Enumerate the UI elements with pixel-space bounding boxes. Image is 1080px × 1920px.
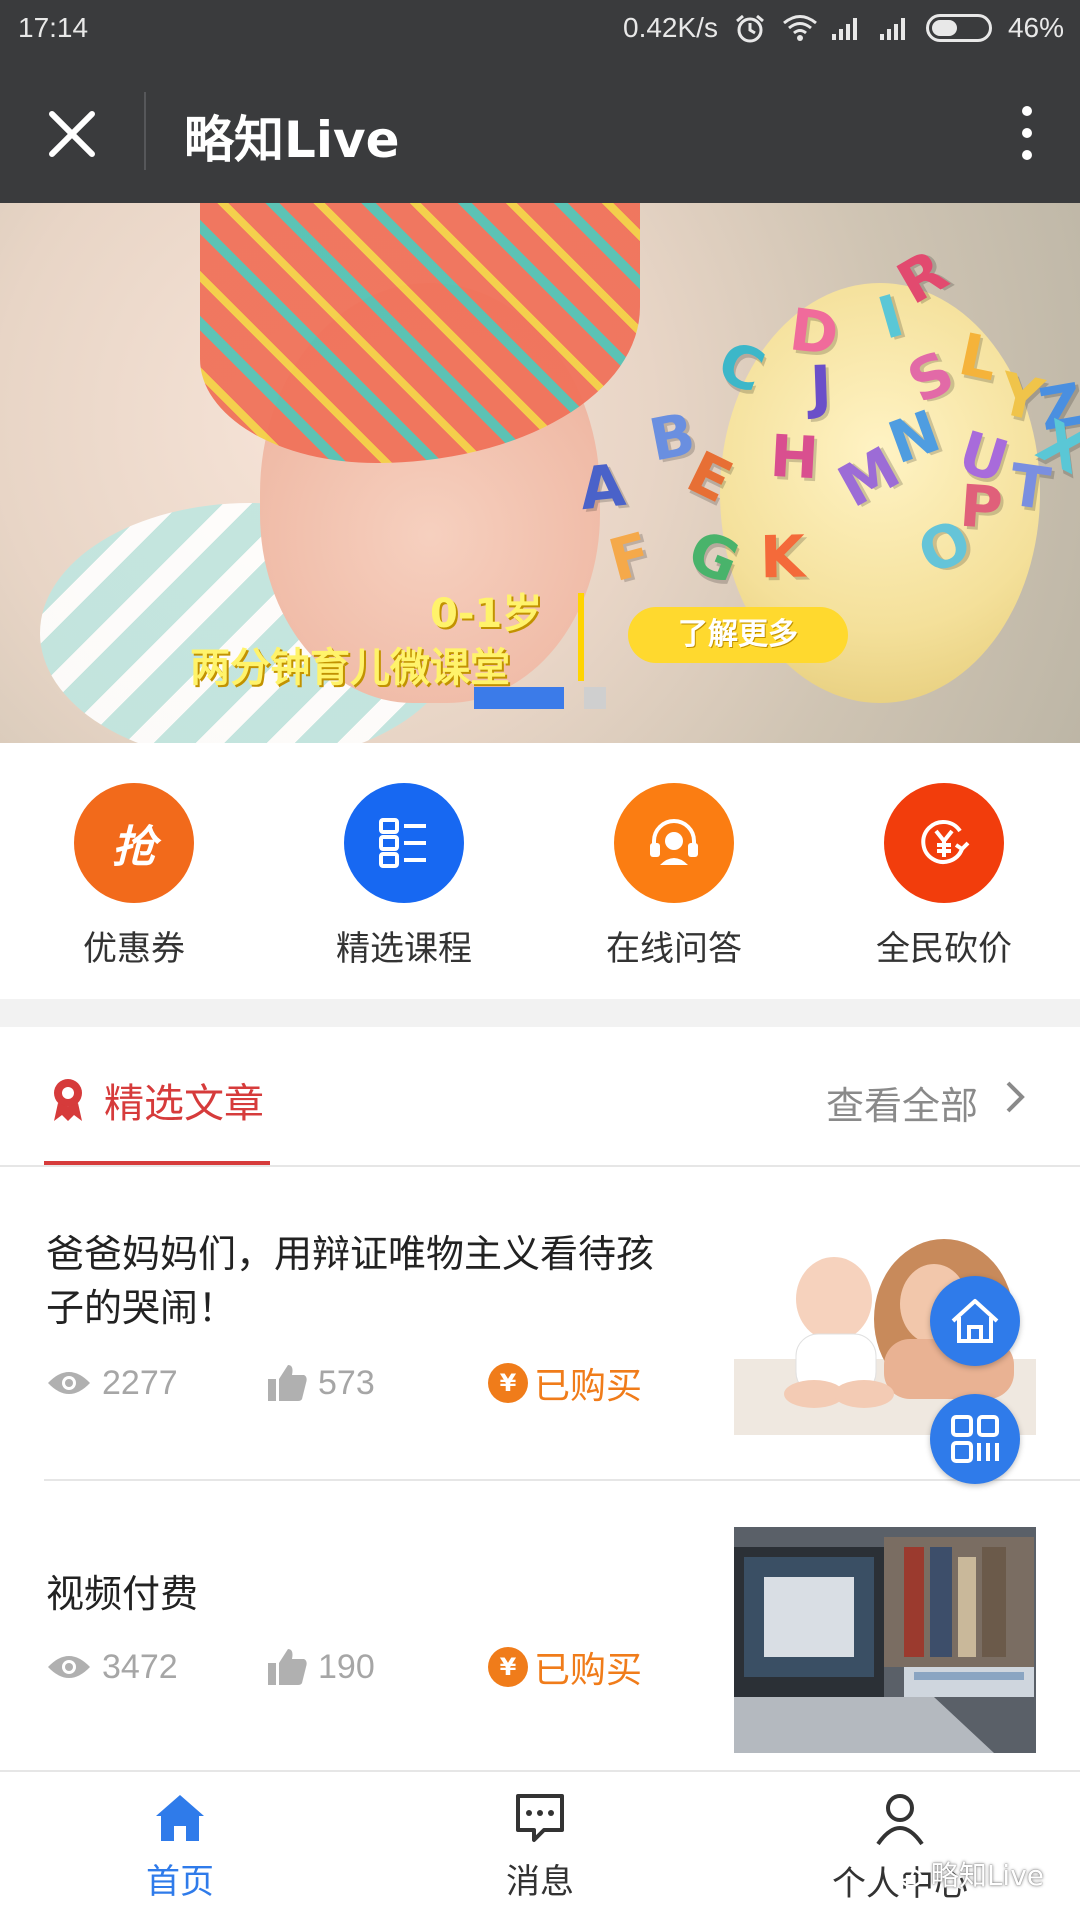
alarm-icon — [734, 14, 766, 43]
quick-item-courses[interactable]: 精选课程 — [304, 783, 504, 970]
thumbs-up-icon — [268, 1649, 307, 1685]
yen-icon: ¥ — [488, 1363, 528, 1403]
carousel-dot-active[interactable] — [474, 687, 564, 709]
price-cut-icon — [884, 783, 1004, 903]
eye-icon — [48, 1372, 90, 1394]
title-bar: 略知Live — [0, 60, 1080, 203]
floating-home-button[interactable] — [930, 1276, 1020, 1366]
article-meta: 3472 190 ¥ 已购买 — [46, 1641, 642, 1693]
message-icon — [516, 1794, 564, 1842]
thumbs-up-icon — [268, 1365, 307, 1401]
purchase-status: ¥ 已购买 — [488, 1357, 642, 1409]
grid-menu-icon — [951, 1415, 999, 1463]
quick-menu: 抢 优惠券 精选课程 在线问答 全民砍价 — [0, 743, 1080, 999]
banner-letter: H — [768, 421, 821, 493]
banner-letter: K — [759, 522, 806, 592]
views-count: 2277 — [46, 1364, 266, 1403]
more-menu-button[interactable] — [1012, 98, 1042, 168]
banner-letter: J — [808, 352, 833, 422]
quick-item-label: 在线问答 — [606, 929, 742, 969]
nav-home[interactable]: 首页 — [80, 1792, 280, 1903]
article-meta: 2277 573 ¥ 已购买 — [46, 1357, 642, 1409]
home-outline-icon — [951, 1299, 999, 1343]
article-item[interactable]: 爸爸妈妈们，用辩证唯物主义看待孩子的哭闹！ 2277 573 ¥ 已购买 — [0, 1169, 1080, 1481]
banner-caption: 两分钟育儿微课堂 — [190, 645, 510, 691]
chevron-right-icon[interactable] — [1000, 1077, 1030, 1117]
banner-letter: F — [601, 519, 658, 595]
views-value: 3472 — [102, 1647, 178, 1686]
carousel-dot[interactable] — [584, 687, 606, 709]
more-dot-icon — [1022, 150, 1032, 160]
page-title: 略知Live — [184, 111, 400, 169]
article-item[interactable]: 视频付费 3472 190 ¥ 已购买 — [0, 1483, 1080, 1769]
network-speed: 0.42K/s — [623, 12, 718, 43]
row-divider — [44, 1479, 1080, 1481]
status-bar: 17:14 0.42K/s 46% — [0, 0, 1080, 60]
title-divider — [144, 92, 146, 170]
wechat-icon — [889, 1860, 923, 1888]
quick-item-coupons[interactable]: 抢 优惠券 — [34, 783, 234, 970]
purchase-status: ¥ 已购买 — [488, 1641, 642, 1693]
views-count: 3472 — [46, 1648, 266, 1687]
likes-value: 190 — [318, 1647, 375, 1686]
articles-section-title[interactable]: 精选文章 — [104, 1071, 264, 1129]
status-time: 17:14 — [18, 12, 89, 43]
user-icon — [876, 1794, 924, 1846]
quick-item-bargain[interactable]: 全民砍价 — [844, 783, 1044, 970]
signal-icon-1 — [830, 14, 862, 42]
banner-letter: A — [576, 450, 629, 524]
carousel-indicator — [474, 687, 606, 709]
battery-percent: 46% — [1007, 12, 1064, 43]
articles-header: 精选文章 查看全部 — [0, 1027, 1080, 1167]
banner-letter: P — [957, 471, 1005, 543]
purchase-status-label: 已购买 — [534, 1366, 643, 1407]
signal-icon-2 — [878, 14, 910, 42]
headset-icon — [614, 783, 734, 903]
quick-item-qa[interactable]: 在线问答 — [574, 783, 774, 970]
promo-banner[interactable]: RDICJSLBEHNUAMTFGKOYZXP 0-1岁 两分钟育儿微课堂 了解… — [0, 203, 1080, 743]
eye-icon — [48, 1656, 90, 1678]
likes-value: 573 — [318, 1363, 375, 1402]
views-value: 2277 — [102, 1363, 178, 1402]
learn-more-button[interactable]: 了解更多 — [628, 607, 848, 663]
coupon-icon-text: 抢 — [112, 822, 156, 873]
section-gap — [0, 999, 1080, 1027]
banner-age: 0-1岁 — [430, 591, 543, 637]
quick-item-label: 全民砍价 — [876, 929, 1012, 969]
article-thumbnail[interactable] — [734, 1527, 1036, 1753]
course-list-icon — [344, 783, 464, 903]
grab-coupon-icon: 抢 — [74, 783, 194, 903]
home-icon — [156, 1795, 204, 1841]
watermark: 略知Live — [889, 1854, 1044, 1894]
battery-icon — [925, 14, 992, 42]
medal-icon — [54, 1079, 82, 1121]
articles-tab-underline — [44, 1161, 270, 1165]
watermark-text: 略知Live — [930, 1859, 1044, 1892]
purchase-status-label: 已购买 — [534, 1650, 643, 1691]
quick-item-label: 优惠券 — [83, 929, 185, 969]
nav-home-label: 首页 — [146, 1862, 214, 1902]
close-icon — [49, 111, 95, 157]
floating-menu-button[interactable] — [930, 1394, 1020, 1484]
banner-caption-divider — [578, 593, 584, 681]
status-right: 0.42K/s 46% — [623, 12, 1064, 44]
more-dot-icon — [1022, 106, 1032, 116]
bottom-navigation: 首页 消息 个人中心 略知Live — [0, 1770, 1080, 1920]
article-title[interactable]: 爸爸妈妈们，用辩证唯物主义看待孩子的哭闹！ — [46, 1227, 686, 1335]
battery-fill — [931, 20, 957, 36]
likes-count: 573 — [266, 1363, 488, 1403]
laptop-image — [734, 1527, 1036, 1753]
nav-messages[interactable]: 消息 — [440, 1792, 640, 1903]
view-all-link[interactable]: 查看全部 — [826, 1075, 978, 1130]
nav-messages-label: 消息 — [506, 1862, 574, 1902]
more-dot-icon — [1022, 128, 1032, 138]
close-button[interactable] — [38, 100, 106, 168]
banner-letter: B — [643, 399, 701, 475]
quick-item-label: 精选课程 — [336, 929, 472, 969]
likes-count: 190 — [266, 1647, 488, 1687]
article-title[interactable]: 视频付费 — [46, 1567, 686, 1621]
wifi-icon — [782, 14, 817, 42]
yen-icon: ¥ — [488, 1647, 528, 1687]
